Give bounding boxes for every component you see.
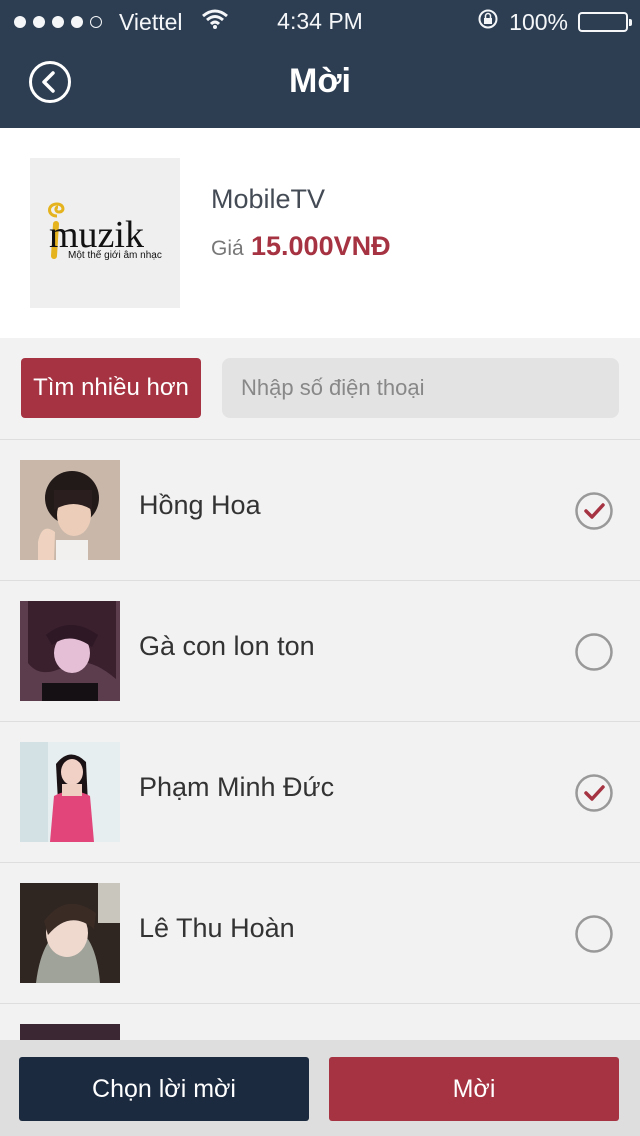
unchecked-icon[interactable] bbox=[575, 633, 613, 671]
battery-icon bbox=[578, 12, 632, 32]
battery-percent: 100% bbox=[509, 8, 568, 35]
contact-name: Phạm Minh Đức bbox=[139, 772, 335, 802]
product-name: MobileTV bbox=[211, 184, 326, 214]
logo-tagline: Một thế giới âm nhạc bbox=[68, 250, 162, 261]
contact-name: Hồng Hoa bbox=[139, 490, 261, 520]
contact-row[interactable]: Lê Thu Hoàn bbox=[0, 863, 640, 1004]
top-bar: Viettel 4:34 PM 100% Mời bbox=[0, 0, 640, 128]
avatar bbox=[20, 460, 120, 560]
choose-message-button[interactable]: Chọn lời mời bbox=[19, 1057, 309, 1121]
checked-icon[interactable] bbox=[575, 492, 613, 530]
contact-row[interactable]: Hồng Hoa bbox=[0, 440, 640, 581]
contact-row[interactable]: Phạm Minh Đức bbox=[0, 722, 640, 863]
unchecked-icon[interactable] bbox=[575, 915, 613, 953]
product-card: muzik Một thế giới âm nhạc MobileTV Giá … bbox=[0, 128, 640, 338]
avatar bbox=[20, 883, 120, 983]
checked-icon[interactable] bbox=[575, 774, 613, 812]
avatar bbox=[20, 601, 120, 701]
find-more-button[interactable]: Tìm nhiều hơn bbox=[21, 358, 201, 418]
contact-name: Lê Thu Hoàn bbox=[139, 913, 295, 943]
product-logo: muzik Một thế giới âm nhạc bbox=[30, 158, 180, 308]
rotation-lock-icon bbox=[477, 8, 499, 36]
page-title: Mời bbox=[289, 62, 351, 100]
status-bar: Viettel 4:34 PM 100% bbox=[0, 0, 640, 40]
navigation-bar: Mời bbox=[0, 40, 640, 128]
phone-number-input[interactable] bbox=[222, 358, 619, 418]
search-row: Tìm nhiều hơn bbox=[0, 338, 640, 440]
contact-row[interactable]: Gà con lon ton bbox=[0, 581, 640, 722]
price-label: Giá bbox=[211, 237, 244, 260]
status-right: 100% bbox=[477, 8, 632, 36]
price-value: 15.000VNĐ bbox=[251, 231, 391, 261]
contact-list: Hồng Hoa Gà con lon ton Phạm Minh Đức Lê… bbox=[0, 440, 640, 1040]
logo-text: muzik bbox=[49, 214, 144, 256]
avatar bbox=[20, 742, 120, 842]
contact-name: Gà con lon ton bbox=[139, 631, 315, 661]
bottom-action-bar: Chọn lời mời Mời bbox=[0, 1040, 640, 1136]
invite-button[interactable]: Mời bbox=[329, 1057, 619, 1121]
avatar bbox=[20, 1024, 120, 1040]
contact-row[interactable] bbox=[0, 1004, 640, 1040]
